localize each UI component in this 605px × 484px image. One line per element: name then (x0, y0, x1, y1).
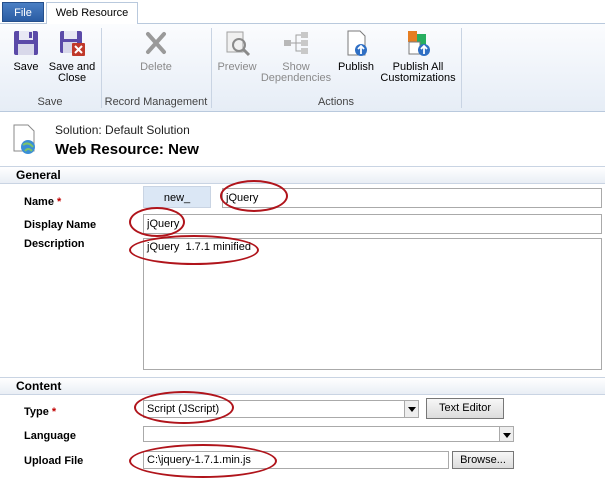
publish-all-label-2: Customizations (380, 72, 456, 84)
save-close-icon (60, 31, 85, 56)
section-general-heading: General (0, 166, 605, 184)
magnifier-icon (226, 31, 251, 57)
description-textarea[interactable]: jQuery 1.7.1 minified (143, 238, 602, 370)
group-separator (461, 28, 462, 108)
form-header: Solution: Default Solution Web Resource:… (0, 113, 605, 165)
required-marker: * (51, 406, 57, 418)
type-select-value: Script (JScript) (147, 403, 220, 415)
section-content-heading: Content (0, 377, 605, 395)
ribbon-tab-bar: File Web Resource (0, 0, 605, 25)
dependencies-icon (284, 32, 308, 54)
tab-web-resource[interactable]: Web Resource (46, 2, 138, 25)
display-name-label: Display Name (24, 219, 97, 231)
group-label-actions: Actions (317, 96, 355, 108)
name-label: Name * (24, 196, 62, 208)
text-editor-button[interactable]: Text Editor (426, 398, 504, 419)
save-button[interactable]: Save (8, 28, 44, 73)
type-select[interactable]: Script (JScript) (143, 400, 419, 418)
floppy-disk-icon (14, 31, 38, 55)
publish-button[interactable]: Publish (334, 28, 378, 73)
language-select[interactable] (143, 426, 514, 442)
show-dependencies-label-2: Dependencies (260, 72, 332, 84)
save-label: Save (13, 61, 39, 73)
save-and-close-button[interactable]: Save and Close (46, 28, 98, 84)
name-input[interactable] (222, 188, 602, 208)
delete-x-icon (146, 32, 166, 54)
upload-file-label: Upload File (24, 455, 84, 467)
browse-button[interactable]: Browse... (452, 451, 514, 469)
ribbon: Save Save and Close Save Delete Record M… (0, 24, 605, 112)
publish-label: Publish (337, 61, 375, 73)
type-label: Type * (24, 406, 57, 418)
publish-icon (347, 30, 367, 56)
show-dependencies-button[interactable]: Show Dependencies (260, 28, 332, 84)
display-name-input[interactable] (143, 214, 602, 234)
name-prefix: new_ (143, 186, 211, 208)
solution-label: Solution: Default Solution (55, 123, 190, 137)
language-label: Language (24, 430, 76, 442)
group-label-record-management: Record Management (104, 96, 208, 108)
web-resource-icon (13, 124, 35, 154)
description-label: Description (24, 238, 85, 250)
required-marker: * (57, 196, 62, 208)
delete-label: Delete (140, 61, 172, 73)
publish-all-icon (408, 31, 430, 56)
save-close-label-2: Close (57, 72, 87, 84)
preview-button[interactable]: Preview (216, 28, 258, 73)
group-label-save: Save (37, 96, 63, 108)
tab-file[interactable]: File (2, 2, 44, 22)
delete-button[interactable]: Delete (134, 28, 178, 73)
page-title: Web Resource: New (55, 141, 199, 158)
chevron-down-icon[interactable] (499, 427, 513, 441)
chevron-down-icon[interactable] (404, 401, 418, 417)
publish-all-customizations-button[interactable]: Publish All Customizations (380, 28, 456, 84)
preview-label: Preview (217, 61, 257, 73)
upload-file-input[interactable] (143, 451, 449, 469)
